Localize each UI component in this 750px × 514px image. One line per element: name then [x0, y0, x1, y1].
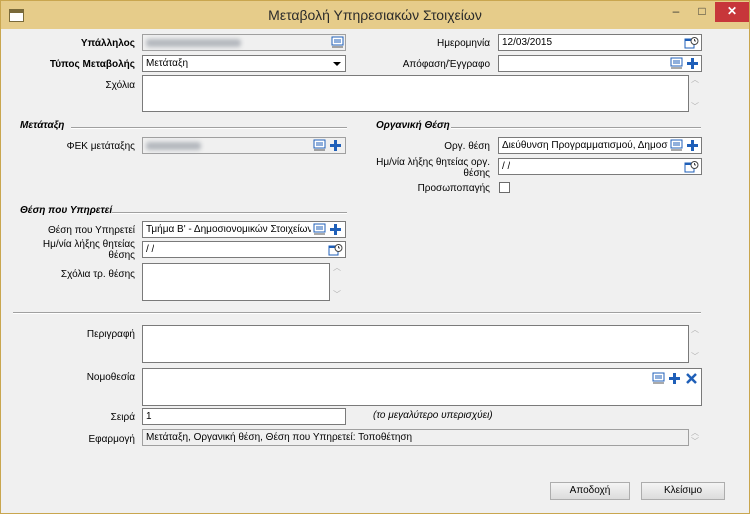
dialog-window: Μεταβολή Υπηρεσιακών Στοιχείων – □ ✕ Υπά…	[0, 0, 750, 514]
window-title: Μεταβολή Υπηρεσιακών Στοιχείων	[268, 7, 482, 23]
scroll-down-icon[interactable]: ﹀	[690, 353, 700, 361]
add-plus-icon[interactable]	[329, 223, 342, 236]
org-expiry-label: Ημ/νία λήξης θητείας οργ. θέσης	[376, 157, 490, 179]
position-comments-textarea[interactable]	[142, 263, 330, 301]
chevron-down-icon[interactable]	[333, 62, 341, 66]
list-lookup-icon[interactable]	[313, 223, 326, 236]
order-field[interactable]: 1	[142, 408, 346, 425]
list-lookup-icon[interactable]	[313, 139, 326, 152]
serving-expiry-value: / /	[146, 244, 155, 255]
thesi-section-title: Θέση που Υπηρετεί	[20, 205, 113, 216]
serving-expiry-label: Ημ/νία λήξης θητείας θέσης	[42, 239, 135, 261]
legislation-label: Νομοθεσία	[86, 372, 135, 383]
scroll-up-icon[interactable]: ︿	[690, 429, 700, 437]
personal-checkbox[interactable]	[499, 182, 510, 193]
date-field[interactable]: 12/03/2015	[498, 34, 702, 51]
legislation-list[interactable]	[142, 368, 702, 406]
order-label: Σειρά	[110, 412, 135, 423]
org-expiry-field[interactable]: / /	[498, 158, 702, 175]
metataxi-section-title: Μετάταξη	[20, 120, 65, 131]
serving-position-field[interactable]: Τμήμα Β' - Δημοσιονομικών Στοιχείων	[142, 221, 346, 238]
add-plus-icon[interactable]	[329, 139, 342, 152]
comments-label: Σχόλια	[105, 80, 135, 91]
add-plus-icon[interactable]	[686, 139, 699, 152]
employee-label: Υπάλληλος	[80, 38, 135, 49]
change-type-value: Μετάταξη	[146, 58, 189, 69]
scroll-down-icon[interactable]: ﹀	[332, 291, 342, 299]
accept-button[interactable]: Αποδοχή	[550, 482, 630, 500]
decision-label: Απόφαση/Έγγραφο	[402, 59, 490, 70]
list-lookup-icon[interactable]	[652, 372, 665, 385]
fek-label: ΦΕΚ μετάταξης	[66, 141, 135, 152]
calendar-icon[interactable]	[684, 160, 699, 173]
description-textarea[interactable]	[142, 325, 689, 363]
delete-x-icon[interactable]	[685, 372, 698, 385]
org-position-field[interactable]: Διεύθυνση Προγραμματισμού, Δημοσι	[498, 137, 702, 154]
description-label: Περιγραφή	[86, 329, 135, 340]
close-button[interactable]: Κλείσιμο	[641, 482, 725, 500]
scroll-up-icon[interactable]: ︿	[690, 326, 700, 334]
divider	[112, 212, 347, 214]
scroll-down-icon[interactable]: ﹀	[690, 438, 700, 446]
date-value: 12/03/2015	[502, 37, 553, 48]
fek-value-blurred	[146, 142, 201, 150]
list-lookup-icon[interactable]	[670, 57, 683, 70]
organiki-section-title: Οργανική Θέση	[376, 120, 450, 131]
employee-field[interactable]	[142, 34, 346, 51]
scroll-down-icon[interactable]: ﹀	[690, 103, 700, 111]
application-field[interactable]: Μετάταξη, Οργανική θέση, Θέση που Υπηρετ…	[142, 429, 689, 446]
serving-position-label: Θέση που Υπηρετεί	[47, 225, 135, 236]
maximize-button[interactable]: □	[689, 2, 715, 22]
change-type-label: Τύπος Μεταβολής	[49, 59, 135, 70]
comments-textarea[interactable]	[142, 75, 689, 112]
order-note: (το μεγαλύτερο υπερισχύει)	[373, 410, 493, 421]
application-value: Μετάταξη, Οργανική θέση, Θέση που Υπηρετ…	[146, 432, 413, 443]
decision-field[interactable]	[498, 55, 702, 72]
position-comments-label: Σχόλια τρ. θέσης	[60, 269, 135, 280]
scroll-up-icon[interactable]: ︿	[332, 264, 342, 272]
list-lookup-icon[interactable]	[331, 36, 344, 49]
personal-label: Προσωποπαγής	[417, 183, 490, 194]
title-bar[interactable]: Μεταβολή Υπηρεσιακών Στοιχείων – □ ✕	[1, 1, 749, 29]
date-label: Ημερομηνία	[436, 38, 490, 49]
close-window-button[interactable]: ✕	[715, 2, 749, 22]
scroll-up-icon[interactable]: ︿	[690, 76, 700, 84]
employee-value-blurred	[146, 39, 241, 47]
org-expiry-value: / /	[502, 161, 511, 172]
list-lookup-icon[interactable]	[670, 139, 683, 152]
application-label: Εφαρμογή	[88, 434, 135, 445]
calendar-icon[interactable]	[328, 243, 343, 256]
org-position-label: Οργ. θέση	[444, 141, 490, 152]
form-body: Υπάλληλος Ημερομηνία 12/03/2015 Τύπος Με…	[9, 29, 743, 507]
calendar-icon[interactable]	[684, 36, 699, 49]
divider	[71, 127, 347, 129]
org-position-value: Διεύθυνση Προγραμματισμού, Δημοσι	[502, 140, 668, 151]
add-plus-icon[interactable]	[668, 372, 681, 385]
order-value: 1	[146, 411, 152, 422]
fek-field[interactable]	[142, 137, 346, 154]
divider	[13, 312, 701, 314]
divider	[451, 127, 701, 129]
serving-expiry-field[interactable]: / /	[142, 241, 346, 258]
minimize-button[interactable]: –	[663, 2, 689, 22]
serving-position-value: Τμήμα Β' - Δημοσιονομικών Στοιχείων	[146, 224, 311, 235]
add-plus-icon[interactable]	[686, 57, 699, 70]
change-type-select[interactable]: Μετάταξη	[142, 55, 346, 72]
